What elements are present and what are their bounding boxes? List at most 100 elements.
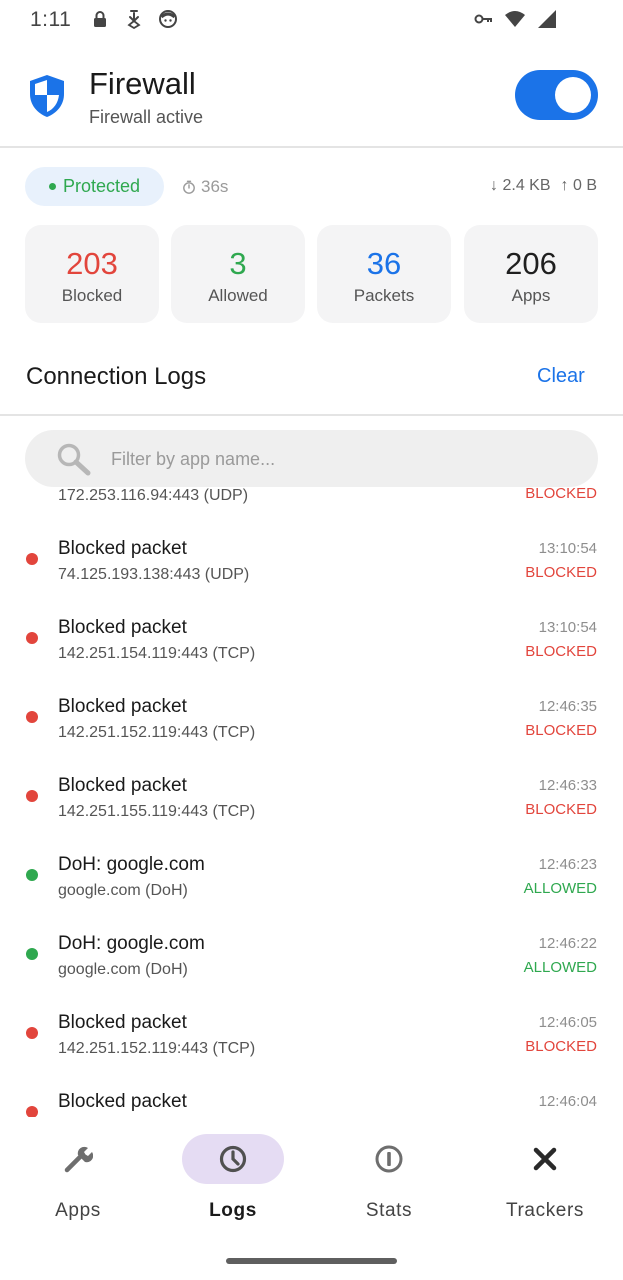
log-status-dot <box>26 632 38 644</box>
log-status-dot <box>26 553 38 565</box>
stat-value: 36 <box>366 246 402 281</box>
clear-button[interactable]: Clear <box>537 365 585 388</box>
uptime-value: 36s <box>201 177 229 196</box>
page-title: Firewall <box>89 66 196 101</box>
nav-item-logs[interactable]: Logs <box>168 1134 298 1234</box>
log-status-dot <box>26 948 38 960</box>
traffic-counter: ↓ 2.4 KB ↑ 0 B <box>490 177 597 195</box>
app-header: Firewall Firewall active <box>0 50 623 146</box>
log-status: BLOCKED <box>525 564 597 581</box>
log-address: 142.251.152.119:443 (TCP) <box>58 724 256 741</box>
stat-label: Blocked <box>61 286 123 305</box>
firewall-toggle[interactable] <box>515 70 598 120</box>
log-title: Blocked packet <box>58 1091 187 1112</box>
nav-item-trackers[interactable]: Trackers <box>480 1134 610 1234</box>
log-title: DoH: google.com <box>58 854 205 875</box>
toggle-knob <box>555 77 591 113</box>
uptime: 36s <box>182 177 228 197</box>
log-address: google.com (DoH) <box>58 882 188 899</box>
log-address: 172.253.116.94:443 (UDP) <box>58 487 249 504</box>
upload-total: ↑ 0 B <box>560 177 597 194</box>
log-address: 142.251.155.119:443 (TCP) <box>58 803 256 820</box>
page-subtitle: Firewall active <box>89 107 204 127</box>
lock-icon <box>94 11 106 27</box>
info-icon <box>375 1145 403 1173</box>
log-title: Blocked packet <box>58 1012 187 1033</box>
nav-item-apps[interactable]: Apps <box>13 1134 143 1234</box>
log-row[interactable]: Blocked packet 142.251.152.119:443 (TCP) 1… <box>0 1002 623 1081</box>
log-status-dot <box>26 1027 38 1039</box>
log-status: BLOCKED <box>525 643 597 660</box>
wrench-icon <box>64 1146 93 1173</box>
download-icon <box>127 10 141 29</box>
log-status: BLOCKED <box>525 1038 597 1055</box>
search-placeholder: Filter by app name... <box>111 449 276 469</box>
log-row[interactable]: DoH: google.com google.com (DoH) 12:46:23 A… <box>0 844 623 923</box>
nav-label: Apps <box>55 1200 101 1221</box>
log-title: Blocked packet <box>58 696 187 717</box>
log-time: 13:10:54 <box>538 540 597 557</box>
status-icons-right <box>473 9 557 29</box>
log-status-dot <box>26 711 38 723</box>
stat-card-blocked: 203 Blocked <box>25 225 159 323</box>
bottom-nav: Apps Logs Stats Trackers <box>0 1120 623 1250</box>
log-title: Blocked packet <box>58 775 187 796</box>
wifi-icon <box>505 11 525 27</box>
log-status: BLOCKED <box>525 722 597 739</box>
log-row[interactable]: Blocked packet 74.125.193.138:443 (UDP) 13… <box>0 528 623 607</box>
header-divider <box>0 146 623 148</box>
gesture-bar[interactable] <box>226 1258 397 1264</box>
search-icon <box>57 443 91 476</box>
log-row[interactable]: DoH: google.com google.com (DoH) 12:46:22 A… <box>0 923 623 1002</box>
download-total: ↓ 2.4 KB <box>490 177 551 194</box>
status-bar: 1:11 <box>0 0 623 40</box>
log-address: google.com (DoH) <box>58 961 188 978</box>
log-title: Blocked packet <box>58 617 187 638</box>
log-time: 13:10:54 <box>538 619 597 636</box>
close-icon <box>533 1147 557 1171</box>
log-row[interactable]: 172.253.116.94:443 (UDP) BLOCKED <box>0 487 623 528</box>
log-time: 12:46:05 <box>538 1014 597 1031</box>
stat-card-packets: 36 Packets <box>317 225 451 323</box>
stat-card-apps: 206 Apps <box>464 225 598 323</box>
log-address: 74.125.193.138:443 (UDP) <box>58 566 250 583</box>
nav-label: Logs <box>209 1200 257 1221</box>
stat-value: 3 <box>229 246 247 281</box>
log-status: ALLOWED <box>523 959 597 976</box>
face-icon <box>159 10 177 28</box>
log-time: 12:46:04 <box>538 1093 597 1110</box>
signal-icon <box>538 10 556 28</box>
log-address: 142.251.154.119:443 (TCP) <box>58 645 256 662</box>
log-status-dot <box>26 1106 38 1117</box>
log-title: Blocked packet <box>58 538 187 559</box>
log-list[interactable]: 172.253.116.94:443 (UDP) BLOCKED Blocked p… <box>0 487 623 1117</box>
log-status: BLOCKED <box>525 487 597 502</box>
stat-value: 206 <box>505 246 557 281</box>
log-status-dot <box>26 869 38 881</box>
nav-item-stats[interactable]: Stats <box>324 1134 454 1234</box>
shield-icon <box>30 75 64 117</box>
status-time: 1:11 <box>30 8 72 31</box>
log-row[interactable]: Blocked packet 12:46:04 <box>0 1081 623 1117</box>
stat-label: Allowed <box>208 286 268 305</box>
clock-icon <box>219 1145 247 1173</box>
status-dot <box>48 183 56 190</box>
status-icons-left <box>90 9 178 29</box>
section-divider <box>0 414 623 416</box>
log-row[interactable]: Blocked packet 142.251.155.119:443 (TCP) 1… <box>0 765 623 844</box>
search-input[interactable]: Filter by app name... <box>25 430 598 487</box>
stat-label: Packets <box>353 286 415 305</box>
log-row[interactable]: Blocked packet 142.251.154.119:443 (TCP) 1… <box>0 607 623 686</box>
log-status-dot <box>26 790 38 802</box>
log-status: BLOCKED <box>525 801 597 818</box>
stat-value: 203 <box>66 246 118 281</box>
log-time: 12:46:33 <box>538 777 597 794</box>
timer-icon <box>183 180 195 194</box>
log-title: DoH: google.com <box>58 933 205 954</box>
log-row[interactable]: Blocked packet 142.251.152.119:443 (TCP) 1… <box>0 686 623 765</box>
log-time: 12:46:35 <box>538 698 597 715</box>
status-badge-label: Protected <box>62 176 141 196</box>
log-time: 12:46:23 <box>538 856 597 873</box>
section-title: Connection Logs <box>26 363 207 390</box>
log-time: 12:46:22 <box>538 935 597 952</box>
